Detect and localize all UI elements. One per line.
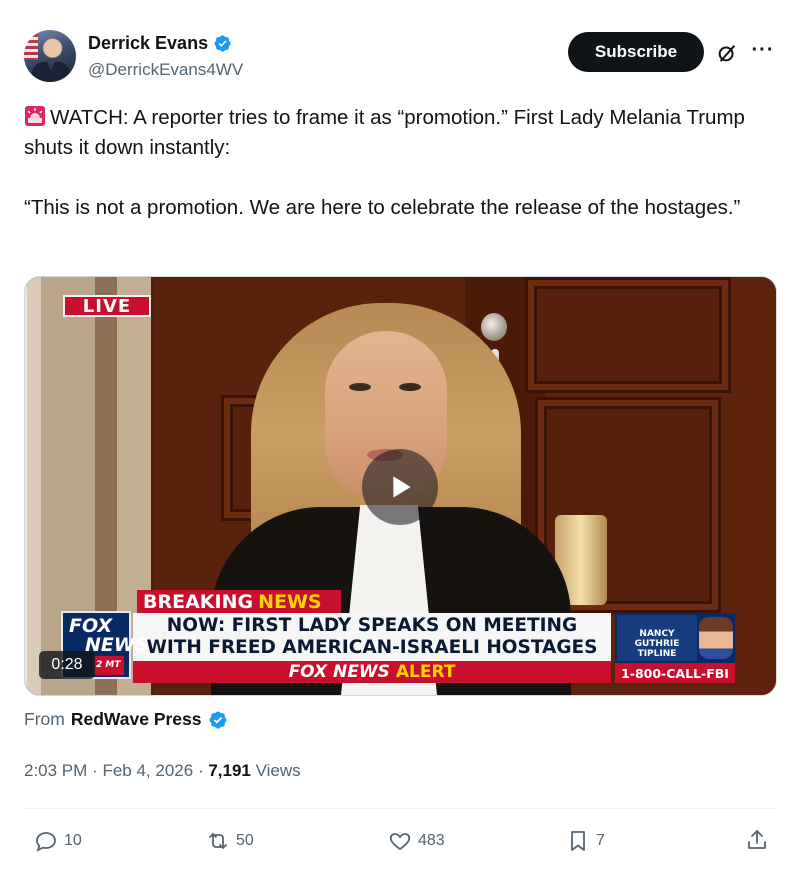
- bookmark-count: 7: [596, 832, 605, 849]
- verified-badge-icon: [208, 710, 227, 729]
- flag-graphic: [24, 34, 38, 60]
- bookmark-icon: [571, 831, 585, 851]
- repost-count: 50: [236, 832, 254, 849]
- reply-icon: [36, 832, 56, 852]
- tweet-meta: 2:03 PM · Feb 4, 2026 · 7,191 Views: [24, 761, 301, 781]
- avatar-jacket: [32, 62, 70, 82]
- left-eye: [349, 383, 371, 391]
- fox-logo-time: 2 MT: [93, 656, 124, 675]
- meta-separator: ·: [92, 761, 98, 780]
- divider: [24, 808, 776, 809]
- grok-icon[interactable]: [716, 42, 738, 64]
- tipline-title: NANCY GUTHRIE TIPLINE: [617, 615, 697, 661]
- views-label: Views: [255, 761, 301, 780]
- avatar[interactable]: [24, 30, 76, 82]
- like-button[interactable]: 483: [388, 827, 445, 855]
- headline-line-2: WITH FREED AMERICAN-ISRAELI HOSTAGES: [146, 637, 598, 658]
- live-badge: LIVE: [63, 295, 151, 317]
- video-duration: 0:28: [39, 651, 95, 679]
- source-name[interactable]: RedWave Press: [71, 709, 202, 730]
- door-knob: [481, 313, 507, 341]
- tipline-phone: 1-800-CALL-FBI: [615, 663, 735, 683]
- door-panel-top: [525, 277, 731, 393]
- reply-count: 10: [64, 832, 82, 849]
- tweet-paragraph-1: WATCH: A reporter tries to frame it as “…: [24, 103, 764, 163]
- headline-banner: NOW: FIRST LADY SPEAKS ON MEETING WITH F…: [133, 613, 611, 661]
- share-icon[interactable]: [745, 828, 769, 852]
- tweet-date[interactable]: Feb 4, 2026: [102, 761, 193, 780]
- right-eye: [399, 383, 421, 391]
- source-prefix: From: [24, 709, 65, 729]
- reply-button[interactable]: 10: [34, 827, 82, 855]
- repost-button[interactable]: 50: [206, 827, 254, 855]
- alert-word: ALERT: [395, 662, 456, 682]
- tweet-text: WATCH: A reporter tries to frame it as “…: [24, 103, 764, 223]
- tweet-header: Derrick Evans @DerrickEvans4WV Subscribe…: [24, 30, 776, 88]
- tweet-paragraph-2: “This is not a promotion. We are here to…: [24, 196, 741, 219]
- author-handle[interactable]: @DerrickEvans4WV: [88, 60, 243, 80]
- play-icon: [393, 476, 411, 498]
- news-word: NEWS: [258, 591, 322, 613]
- subscribe-button[interactable]: Subscribe: [568, 32, 704, 72]
- heart-icon: [389, 833, 411, 851]
- tweet-paragraph-1-text: WATCH: A reporter tries to frame it as “…: [24, 106, 745, 159]
- tweet-time[interactable]: 2:03 PM: [24, 761, 87, 780]
- author-name[interactable]: Derrick Evans: [88, 33, 208, 54]
- bookmark-button[interactable]: 7: [566, 827, 605, 855]
- like-count: 483: [418, 832, 445, 849]
- verified-badge-icon[interactable]: [213, 34, 232, 53]
- breaking-news-banner: BREAKING NEWS: [137, 590, 341, 614]
- tipline-graphic: NANCY GUTHRIE TIPLINE 1-800-CALL-FBI: [615, 613, 735, 683]
- tipline-photo: [699, 617, 733, 659]
- more-icon[interactable]: ···: [750, 38, 776, 62]
- repost-icon: [209, 833, 227, 849]
- fox-news-alert-bar: FOX NEWS ALERT: [133, 661, 611, 683]
- author-name-row: Derrick Evans: [88, 33, 232, 54]
- views-count: 7,191: [208, 761, 251, 780]
- breaking-word: BREAKING: [143, 591, 254, 613]
- siren-icon: [25, 106, 45, 126]
- video-player[interactable]: LIVE BREAKING NEWS NOW: FIRST LADY SPEAKS…: [24, 276, 777, 696]
- alert-prefix: FOX NEWS: [288, 662, 390, 682]
- headline-line-1: NOW: FIRST LADY SPEAKS ON MEETING: [166, 615, 578, 636]
- meta-separator-2: ·: [197, 761, 204, 780]
- play-button[interactable]: [362, 449, 438, 525]
- source-attribution: From RedWave Press: [24, 709, 228, 730]
